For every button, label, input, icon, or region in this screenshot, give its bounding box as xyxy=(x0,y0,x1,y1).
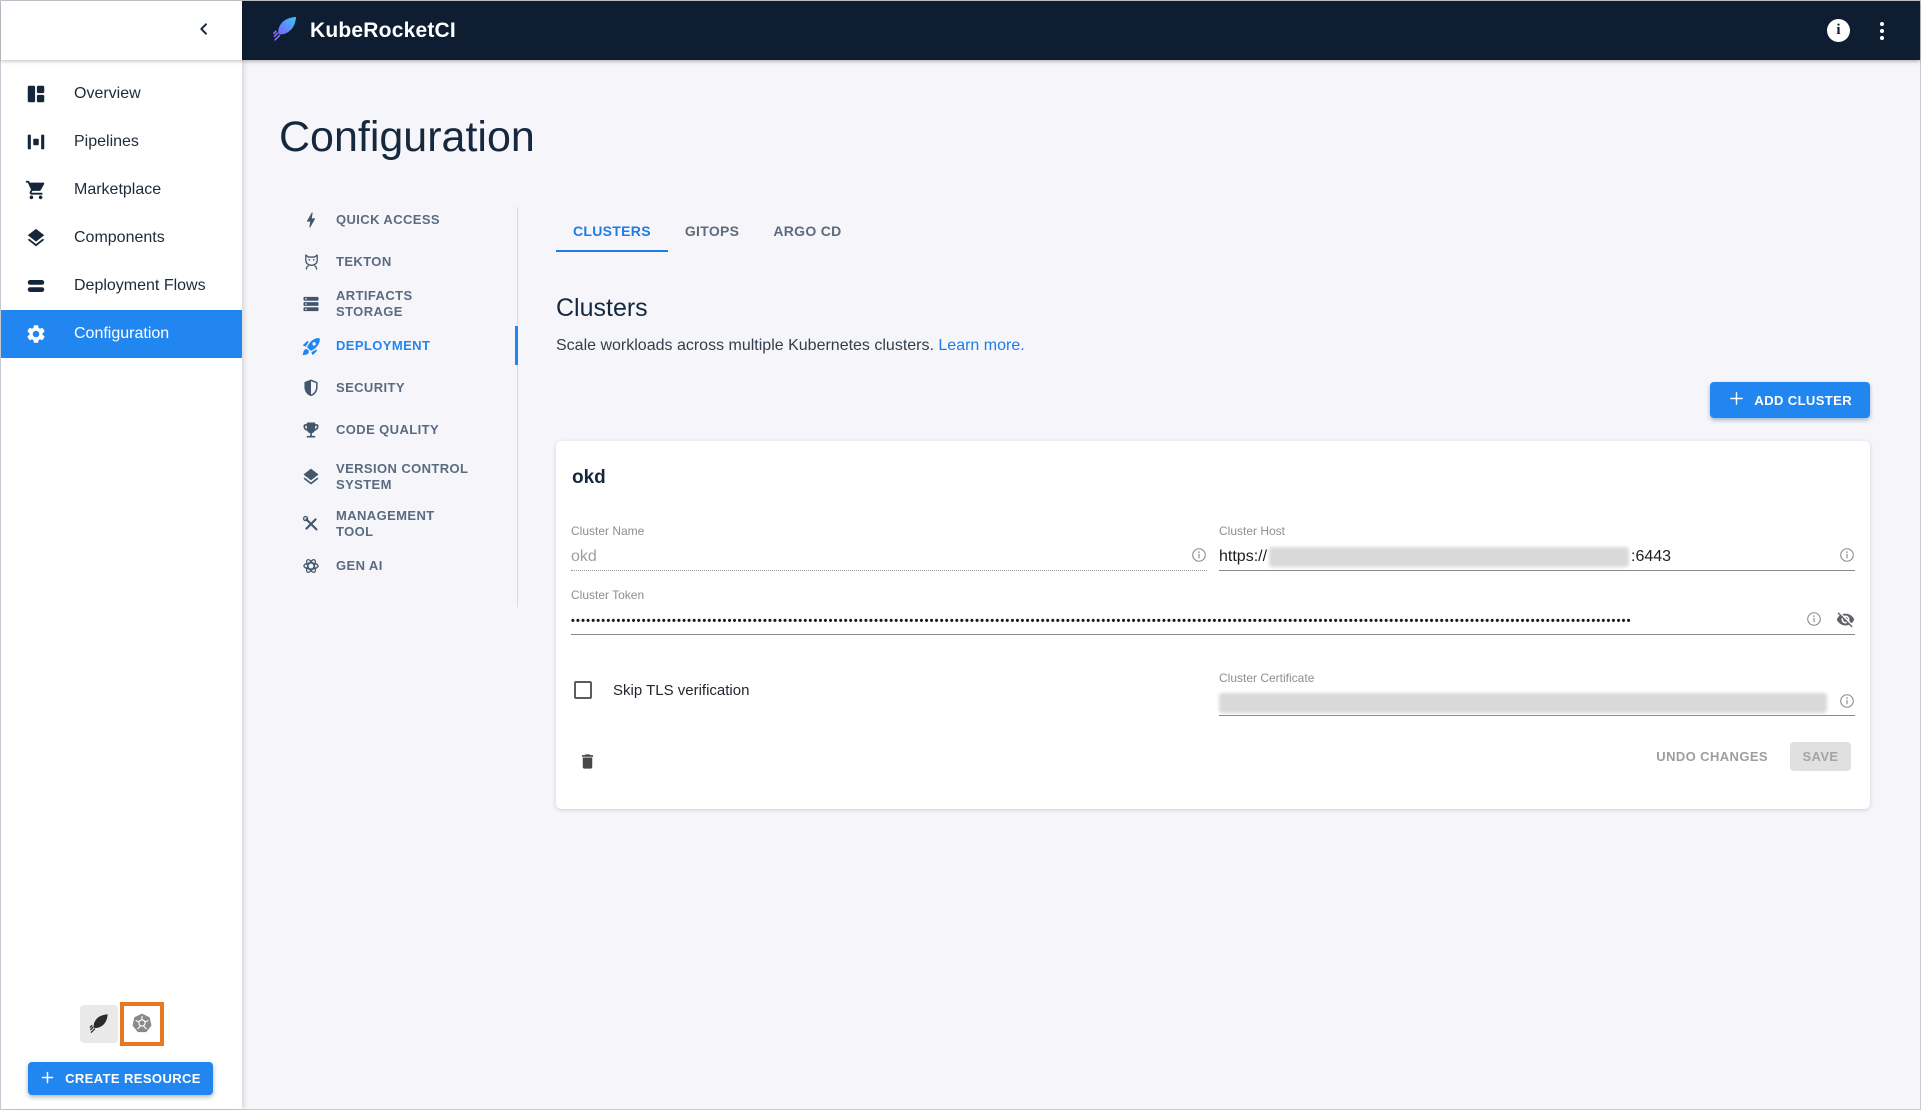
delete-cluster-button[interactable] xyxy=(578,752,597,774)
info-icon: i xyxy=(1836,22,1841,38)
tab-clusters[interactable]: CLUSTERS xyxy=(556,209,668,252)
tab-bar: CLUSTERS GITOPS ARGO CD xyxy=(556,209,1870,252)
overflow-menu-button[interactable] xyxy=(1876,18,1888,44)
card-actions: UNDO CHANGES SAVE xyxy=(1656,742,1851,771)
info-icon xyxy=(1839,547,1855,566)
learn-more-link[interactable]: Learn more. xyxy=(938,337,1024,354)
eye-off-icon xyxy=(1836,610,1855,632)
sidebar-tools xyxy=(80,1002,164,1046)
save-button[interactable]: SAVE xyxy=(1790,742,1851,771)
tools-icon xyxy=(299,514,323,534)
trash-icon xyxy=(578,754,597,774)
info-icon xyxy=(1839,693,1855,712)
confignav-item-management-tool[interactable]: MANAGEMENT TOOL xyxy=(299,503,504,545)
confignav-item-quick-access[interactable]: QUICK ACCESS xyxy=(299,199,504,241)
tab-gitops[interactable]: GITOPS xyxy=(668,209,756,252)
gear-icon xyxy=(24,322,48,346)
confignav-item-version-control-system[interactable]: VERSION CONTROL SYSTEM xyxy=(299,451,504,503)
confignav-item-deployment[interactable]: DEPLOYMENT xyxy=(299,325,504,367)
shield-icon xyxy=(299,378,323,398)
cluster-name-info-button[interactable] xyxy=(1191,547,1207,566)
redacted-host-value xyxy=(1269,546,1630,567)
toggle-token-visibility-button[interactable] xyxy=(1836,610,1855,632)
cluster-name-field: Cluster Name okd xyxy=(571,524,1207,571)
info-button[interactable]: i xyxy=(1827,19,1850,42)
plus-icon xyxy=(40,1070,55,1088)
cluster-token-info-button[interactable] xyxy=(1806,611,1822,630)
cluster-token-input[interactable]: ••••••••••••••••••••••••••••••••••••••••… xyxy=(571,615,1802,627)
dashboard-icon xyxy=(24,82,48,106)
sidebar-header xyxy=(1,1,242,60)
chevron-left-icon xyxy=(196,21,212,40)
sidebar-item-marketplace[interactable]: Marketplace xyxy=(1,166,242,214)
cluster-card: okd Cluster Name okd Cluster Host https:… xyxy=(556,441,1870,809)
rocket-icon xyxy=(299,336,323,357)
tekton-cat-icon xyxy=(299,252,323,273)
info-icon xyxy=(1191,547,1207,566)
content-area: CLUSTERS GITOPS ARGO CD Clusters Scale w… xyxy=(556,209,1870,809)
confignav-active-indicator xyxy=(515,326,518,365)
storage-icon xyxy=(299,294,323,314)
trophy-icon xyxy=(299,420,323,440)
app-title: KubeRocketCI xyxy=(310,18,456,42)
confignav-item-tekton[interactable]: TEKTON xyxy=(299,241,504,283)
info-icon xyxy=(1806,611,1822,630)
add-cluster-button[interactable]: ADD CLUSTER xyxy=(1710,382,1870,418)
app-header: KubeRocketCI i xyxy=(242,1,1920,60)
sidebar: Overview Pipelines Marketplace Component… xyxy=(1,60,242,1109)
skip-tls-row: Skip TLS verification xyxy=(574,681,749,699)
redacted-certificate-value xyxy=(1219,692,1827,713)
sidebar-item-overview[interactable]: Overview xyxy=(1,70,242,118)
pipelines-icon xyxy=(24,130,48,154)
create-resource-button[interactable]: CREATE RESOURCE xyxy=(28,1062,213,1095)
kubernetes-icon xyxy=(130,1011,154,1038)
confignav-item-gen-ai[interactable]: GEN AI xyxy=(299,545,504,587)
cluster-host-field: Cluster Host https:// :6443 xyxy=(1219,524,1855,571)
add-cluster-row: ADD CLUSTER xyxy=(556,382,1870,418)
sidebar-item-pipelines[interactable]: Pipelines xyxy=(1,118,242,166)
confignav-item-artifacts-storage[interactable]: ARTIFACTS STORAGE xyxy=(299,283,504,325)
kuberocketci-view-button[interactable] xyxy=(80,1005,118,1043)
kubernetes-view-button[interactable] xyxy=(124,1006,160,1042)
layers-icon xyxy=(24,226,48,250)
configuration-nav: QUICK ACCESS TEKTON ARTIFACTS STORAGE DE… xyxy=(299,199,504,587)
cart-icon xyxy=(24,178,48,202)
cluster-certificate-info-button[interactable] xyxy=(1839,693,1855,712)
skip-tls-checkbox[interactable] xyxy=(574,681,592,699)
cluster-card-title: okd xyxy=(572,467,606,488)
main-content: Configuration QUICK ACCESS TEKTON ARTIFA… xyxy=(242,60,1920,1109)
kubernetes-highlight-box xyxy=(120,1002,164,1046)
app-logo-rocket-icon xyxy=(271,14,299,47)
tab-argo-cd[interactable]: ARGO CD xyxy=(756,209,858,252)
header-actions: i xyxy=(1827,18,1920,44)
cluster-host-input[interactable]: https:// xyxy=(1219,548,1267,566)
sidebar-item-deployment-flows[interactable]: Deployment Flows xyxy=(1,262,242,310)
confignav-item-code-quality[interactable]: CODE QUALITY xyxy=(299,409,504,451)
cluster-certificate-field: Cluster Certificate xyxy=(1219,671,1855,716)
page-title: Configuration xyxy=(279,113,535,161)
confignav-item-security[interactable]: SECURITY xyxy=(299,367,504,409)
undo-changes-button[interactable]: UNDO CHANGES xyxy=(1656,749,1768,764)
feather-icon xyxy=(88,1012,110,1037)
cluster-host-info-button[interactable] xyxy=(1839,547,1855,566)
cluster-token-field: Cluster Token ••••••••••••••••••••••••••… xyxy=(571,588,1855,635)
bolt-icon xyxy=(299,210,323,230)
section-description: Scale workloads across multiple Kubernet… xyxy=(556,337,1025,354)
sidebar-item-configuration[interactable]: Configuration xyxy=(1,310,242,358)
gen-ai-icon xyxy=(299,556,323,576)
sidebar-nav: Overview Pipelines Marketplace Component… xyxy=(1,60,242,358)
plus-icon xyxy=(1728,390,1745,410)
section-heading: Clusters xyxy=(556,294,648,322)
sidebar-item-components[interactable]: Components xyxy=(1,214,242,262)
flows-icon xyxy=(24,274,48,298)
confignav-divider xyxy=(517,207,518,607)
cluster-name-input[interactable]: okd xyxy=(571,548,597,566)
layers-icon xyxy=(299,467,323,487)
collapse-sidebar-button[interactable] xyxy=(196,21,212,40)
